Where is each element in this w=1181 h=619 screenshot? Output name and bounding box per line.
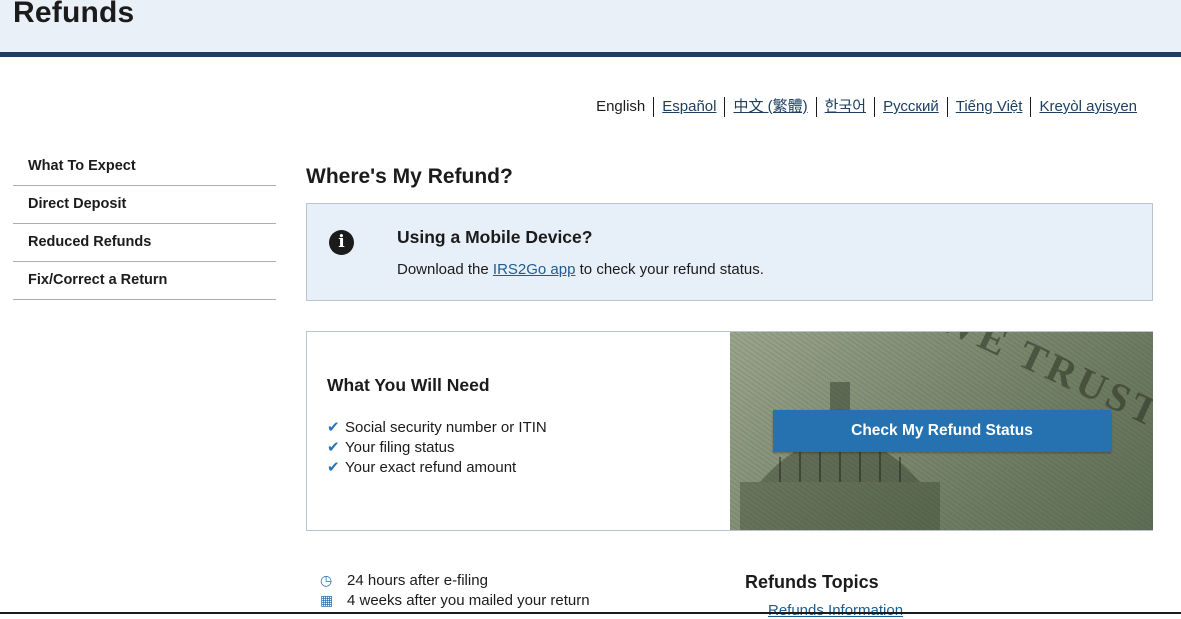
need-item-text: Your filing status xyxy=(345,439,455,456)
page-title: Refunds xyxy=(13,0,135,29)
need-heading: What You Will Need xyxy=(327,375,490,395)
lang-english: English xyxy=(596,98,646,115)
sidebar-item-fix-correct-return[interactable]: Fix/Correct a Return xyxy=(13,262,276,300)
checkmark-icon: ✔ xyxy=(327,419,340,436)
lang-chinese-traditional[interactable]: 中文 (繁體) xyxy=(724,97,815,117)
section-title: Where's My Refund? xyxy=(306,165,513,188)
timeline-row: ▦ 4 weeks after you mailed your return xyxy=(320,590,590,610)
checkmark-icon: ✔ xyxy=(327,439,340,456)
alert-heading: Using a Mobile Device? xyxy=(397,227,593,247)
language-selector: English Español 中文 (繁體) 한국어 Русский Tiến… xyxy=(596,97,1145,117)
mobile-alert: i Using a Mobile Device? Download the IR… xyxy=(306,203,1153,301)
lang-vietnamese[interactable]: Tiếng Việt xyxy=(946,97,1031,117)
refund-timeline: ◷ 24 hours after e-filing ▦ 4 weeks afte… xyxy=(320,570,590,610)
lang-haitian-creole[interactable]: Kreyòl ayisyen xyxy=(1030,97,1145,117)
irs2go-link[interactable]: IRS2Go app xyxy=(493,261,576,278)
list-item: ✔ Your filing status xyxy=(327,438,547,458)
lang-russian[interactable]: Русский xyxy=(874,97,947,117)
sidebar-item-direct-deposit[interactable]: Direct Deposit xyxy=(13,186,276,224)
lang-korean[interactable]: 한국어 xyxy=(815,97,874,117)
need-item-text: Social security number or ITIN xyxy=(345,419,547,436)
list-item: ✔ Social security number or ITIN xyxy=(327,418,547,438)
refunds-information-link[interactable]: Refunds Information xyxy=(768,602,903,619)
alert-body: Download the IRS2Go app to check your re… xyxy=(397,261,764,278)
info-icon: i xyxy=(329,230,354,255)
timeline-text: 4 weeks after you mailed your return xyxy=(347,591,590,609)
checkmark-icon: ✔ xyxy=(327,459,340,476)
need-list: ✔ Social security number or ITIN ✔ Your fi… xyxy=(327,418,547,478)
calendar-icon: ▦ xyxy=(320,591,334,608)
alert-body-prefix: Download the xyxy=(397,261,493,278)
need-item-text: Your exact refund amount xyxy=(345,459,517,476)
list-item: ✔ Your exact refund amount xyxy=(327,458,547,478)
timeline-text: 24 hours after e-filing xyxy=(347,571,488,589)
topics-heading: Refunds Topics xyxy=(745,572,879,592)
page-header: Refunds xyxy=(0,0,1181,57)
lang-spanish[interactable]: Español xyxy=(653,97,724,117)
clock-icon: ◷ xyxy=(320,571,333,588)
currency-image: WE TRUST Check My Refund Status xyxy=(730,332,1153,530)
alert-body-suffix: to check your refund status. xyxy=(575,261,764,278)
sidebar-item-reduced-refunds[interactable]: Reduced Refunds xyxy=(13,224,276,262)
sidebar-nav: What To Expect Direct Deposit Reduced Re… xyxy=(13,148,276,300)
check-refund-status-button[interactable]: Check My Refund Status xyxy=(773,410,1111,452)
sidebar-item-what-to-expect[interactable]: What To Expect xyxy=(13,148,276,186)
what-you-need-card: What You Will Need ✔ Social security numb… xyxy=(306,331,1153,531)
timeline-row: ◷ 24 hours after e-filing xyxy=(320,570,590,590)
